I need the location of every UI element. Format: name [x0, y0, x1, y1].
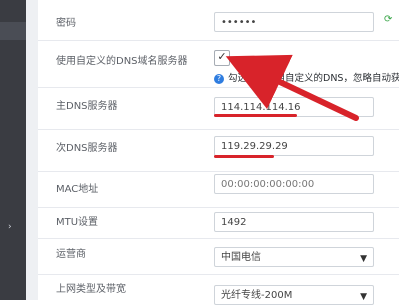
- annotation-arrow-icon: [225, 54, 359, 121]
